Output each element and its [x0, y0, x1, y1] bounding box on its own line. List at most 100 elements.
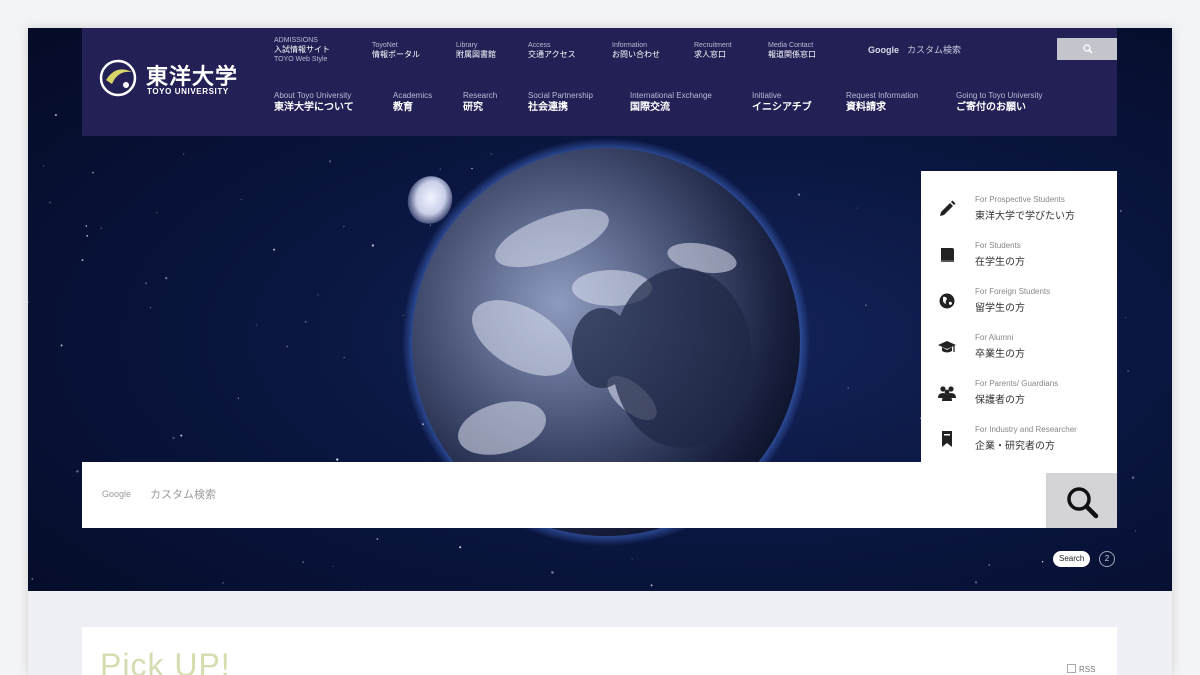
main-nav-en: International Exchange — [630, 91, 712, 100]
top-link-media-contact[interactable]: Media Contact 報道関係窓口 — [768, 41, 816, 60]
custom-search-bar: Google — [82, 462, 1117, 528]
audience-students[interactable]: For Students 在学生の方 — [921, 231, 1117, 277]
main-nav-jp: 国際交流 — [630, 102, 670, 113]
top-link-jp: 情報ポータル — [372, 50, 420, 59]
audience-en: For Alumni — [975, 333, 1014, 342]
star — [81, 259, 84, 262]
star — [42, 165, 44, 167]
star — [92, 171, 94, 174]
search-submit-button[interactable] — [1046, 473, 1117, 528]
main-nav-en: About Toyo University — [274, 91, 352, 100]
main-nav-research[interactable]: Research 研究 — [463, 91, 497, 114]
main-nav-en: Research — [463, 91, 498, 100]
top-link-jp: 求人窓口 — [694, 50, 726, 59]
audience-jp: 卒業生の方 — [975, 349, 1025, 360]
star — [28, 301, 30, 304]
audience-alumni[interactable]: For Alumni 卒業生の方 — [921, 323, 1117, 369]
main-nav-jp: 東洋大学について — [274, 102, 354, 113]
star — [286, 345, 289, 348]
star — [302, 561, 304, 563]
star — [164, 276, 168, 280]
top-link-en: Information — [612, 42, 648, 49]
top-link-en: ADMISSIONS — [274, 37, 318, 44]
top-link-access[interactable]: Access 交通アクセス — [528, 41, 576, 60]
main-nav-request-information[interactable]: Request Information 資料請求 — [846, 91, 918, 114]
star — [1131, 476, 1135, 479]
star — [1125, 317, 1127, 319]
top-link-recruitment[interactable]: Recruitment 求人窓口 — [694, 41, 732, 60]
main-nav-initiative[interactable]: Initiative イニシアチブ — [752, 91, 812, 114]
main-nav-en: Social Partnership — [528, 91, 593, 100]
star — [31, 577, 34, 580]
slide-number-indicator[interactable]: 2 — [1099, 551, 1115, 567]
star — [100, 227, 102, 229]
audience-en: For Students — [975, 241, 1021, 250]
star — [376, 538, 379, 540]
top-link-en: Media Contact — [768, 42, 814, 49]
star — [76, 470, 79, 473]
audience-en: For Foreign Students — [975, 287, 1051, 296]
star — [86, 234, 89, 237]
star — [222, 582, 224, 584]
star — [847, 387, 849, 389]
google-label: Google — [868, 45, 899, 55]
star — [336, 458, 339, 461]
top-link-jp: 入試情報サイト — [274, 45, 330, 54]
main-nav-jp: 資料請求 — [846, 102, 886, 113]
audience-foreign-students[interactable]: For Foreign Students 留学生の方 — [921, 277, 1117, 323]
top-link-toyonet[interactable]: ToyoNet 情報ポータル — [372, 41, 420, 60]
audience-en: For Industry and Researcher — [975, 425, 1077, 434]
main-nav-international-exchange[interactable]: International Exchange 国際交流 — [630, 91, 712, 114]
main-nav-jp: 教育 — [393, 102, 413, 113]
star — [182, 153, 185, 155]
search-toggle-pill[interactable]: Search — [1053, 551, 1091, 567]
star — [371, 244, 375, 247]
top-link-en: Recruitment — [694, 42, 732, 49]
star — [180, 434, 183, 437]
star — [856, 207, 858, 209]
content-area: Pick UP! RSS — [28, 591, 1172, 675]
book-icon — [941, 248, 954, 262]
top-link-library[interactable]: Library 附属図書館 — [456, 41, 496, 60]
audience-menu: For Prospective Students 東洋大学で学びたい方 For … — [921, 171, 1117, 467]
rss-link[interactable]: RSS — [1067, 664, 1095, 674]
custom-search-input[interactable] — [150, 484, 1030, 506]
audience-parents-guardians[interactable]: For Parents/ Guardians 保護者の方 — [921, 369, 1117, 415]
audience-industry-researcher[interactable]: For Industry and Researcher 企業・研究者の方 — [921, 415, 1117, 461]
top-link-sub: TOYO Web Style — [274, 56, 328, 63]
header-search-placeholder: カスタム検索 — [907, 45, 962, 55]
top-link-admissions[interactable]: ADMISSIONS 入試情報サイト TOYO Web Style — [274, 36, 330, 64]
top-link-jp: お問い合わせ — [612, 50, 660, 59]
top-link-jp: 附属図書館 — [456, 50, 496, 59]
star — [60, 344, 63, 347]
star — [145, 282, 148, 285]
header-search-button[interactable] — [1057, 38, 1117, 60]
header-search-field[interactable]: Google カスタム検索 — [868, 43, 961, 56]
main-nav-jp: ご寄付のお願い — [956, 102, 1026, 113]
audience-prospective-students[interactable]: For Prospective Students 東洋大学で学びたい方 — [921, 185, 1117, 231]
star — [256, 324, 258, 326]
top-link-information[interactable]: Information お問い合わせ — [612, 41, 660, 60]
audience-jp: 保護者の方 — [975, 395, 1025, 406]
search-icon — [1083, 44, 1093, 54]
rss-icon — [1067, 664, 1076, 673]
pencil-icon — [940, 200, 956, 216]
university-logo[interactable]: 東洋大学 TOYO UNIVERSITY — [98, 56, 248, 106]
rss-label: RSS — [1079, 665, 1096, 674]
star — [317, 294, 319, 296]
star — [343, 225, 345, 228]
star — [551, 571, 554, 574]
main-nav-donation[interactable]: Going to Toyo University ご寄付のお願い — [956, 91, 1043, 114]
star — [988, 564, 991, 566]
google-label: Google — [102, 489, 132, 499]
top-link-en: Access — [528, 42, 551, 49]
top-link-en: ToyoNet — [372, 42, 398, 49]
logo-mark-icon — [99, 59, 137, 97]
globe-icon — [939, 293, 955, 309]
main-nav-about[interactable]: About Toyo University 東洋大学について — [274, 91, 354, 114]
graduation-cap-icon — [938, 341, 956, 353]
people-icon — [938, 386, 956, 401]
main-nav-social-partnership[interactable]: Social Partnership 社会連携 — [528, 91, 593, 114]
star — [172, 436, 175, 440]
main-nav-academics[interactable]: Academics 教育 — [393, 91, 432, 114]
